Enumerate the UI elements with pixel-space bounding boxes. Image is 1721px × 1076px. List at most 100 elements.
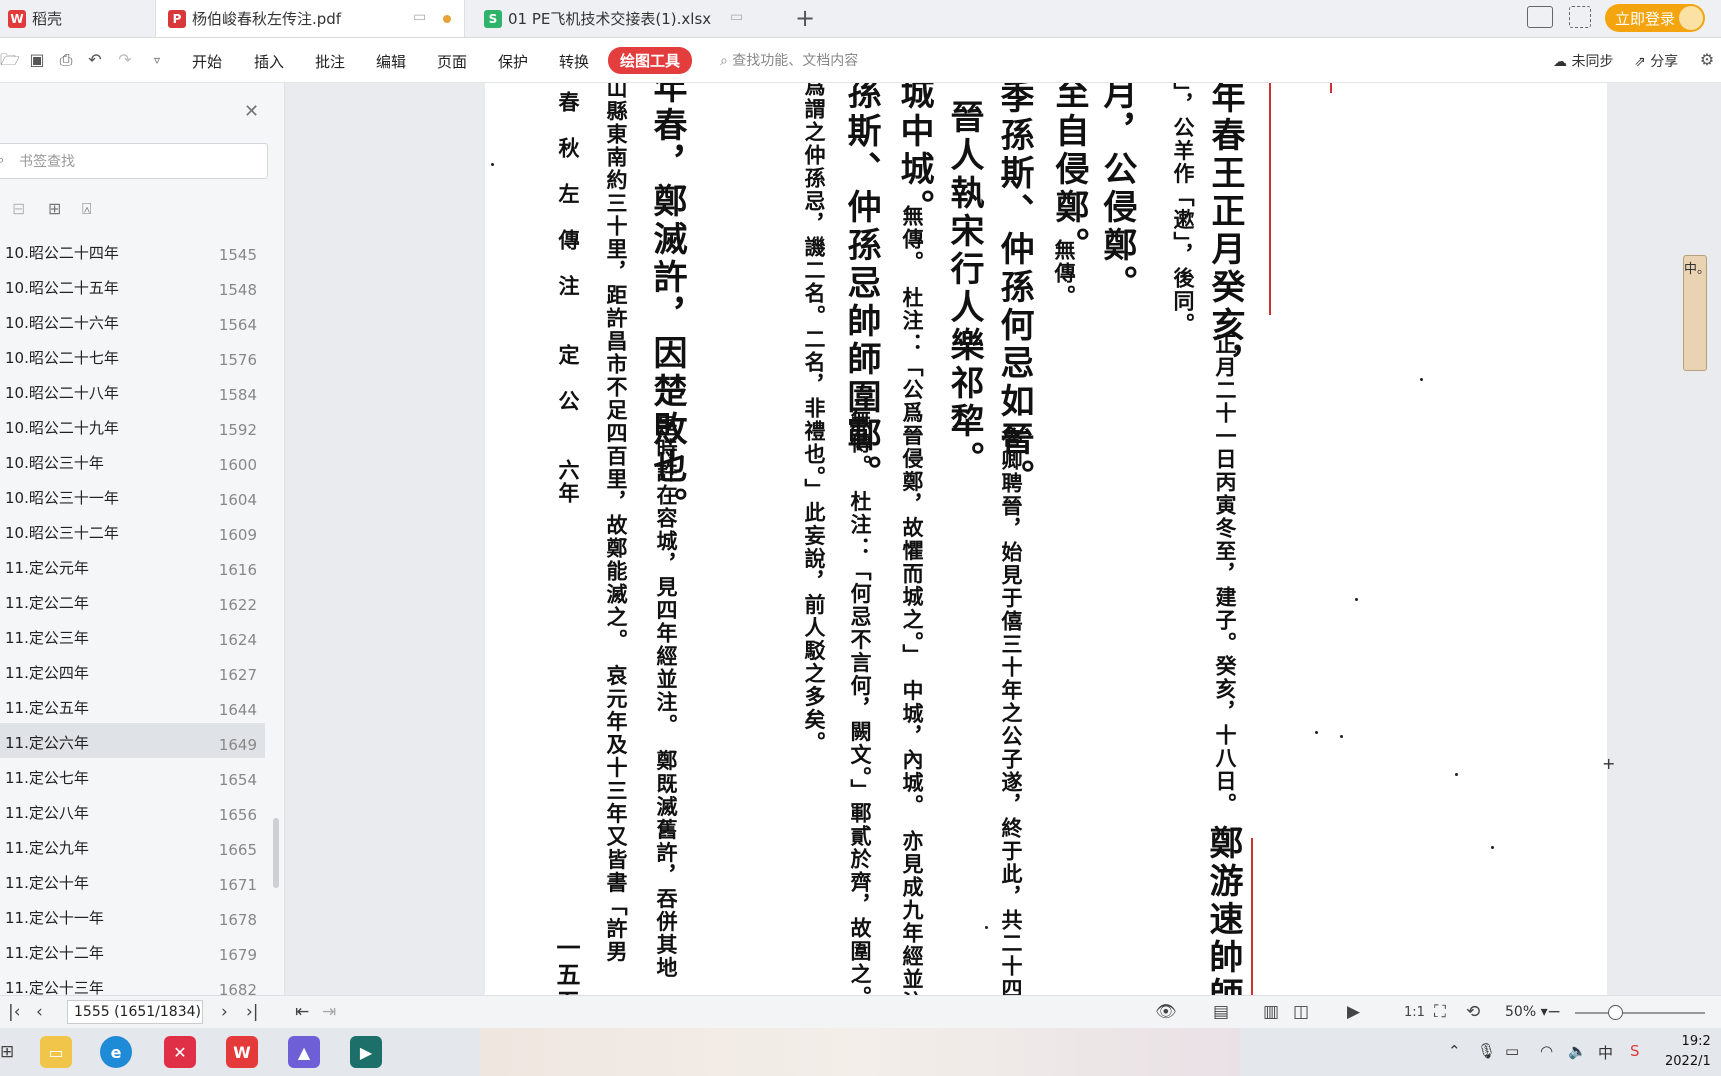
menu-insert[interactable]: 插入 bbox=[254, 51, 284, 72]
bookmark-item[interactable]: 11.定公元年 1616 bbox=[0, 548, 265, 583]
search-icon: ⌕ bbox=[0, 153, 4, 168]
clock-time: 19:2 bbox=[1681, 1034, 1711, 1049]
sync-button[interactable]: ☁ 未同步 bbox=[1553, 51, 1613, 71]
screen-icon[interactable]: ▭ bbox=[730, 9, 743, 25]
toolbar: 🗁 ▣ ⎙ ↶ ↷ ▿ 开始 插入 批注 编辑 页面 保护 转换 绘图工具 ⌕ … bbox=[0, 38, 1721, 83]
menu-edit[interactable]: 编辑 bbox=[376, 51, 406, 72]
continuous-icon[interactable]: ▥ bbox=[1263, 1002, 1279, 1022]
bookmark-page: 1665 bbox=[218, 841, 257, 859]
floating-ime-widget[interactable]: 中。 bbox=[1683, 255, 1710, 371]
file-explorer-icon[interactable]: ▭ bbox=[40, 1036, 72, 1068]
bookmark-item[interactable]: 11.定公三年 1624 bbox=[0, 618, 265, 653]
tab-docer[interactable]: W 稻壳 bbox=[0, 0, 160, 37]
bookmark-item[interactable]: 10.昭公二十九年 1592 bbox=[0, 408, 265, 443]
bookmark-item[interactable]: 10.昭公三十二年 1609 bbox=[0, 513, 265, 548]
actual-size-icon[interactable]: 1:1 bbox=[1404, 1005, 1425, 1020]
grid-icon[interactable] bbox=[1569, 6, 1591, 28]
first-page-icon[interactable]: |‹ bbox=[8, 1002, 21, 1022]
open-folder-icon[interactable]: 🗁 bbox=[0, 51, 20, 69]
sogou-icon[interactable]: S bbox=[1630, 1042, 1640, 1060]
share-label: 分享 bbox=[1650, 54, 1679, 70]
forward-icon[interactable]: ⇥ bbox=[322, 1002, 336, 1022]
new-tab-icon[interactable]: + bbox=[795, 4, 815, 32]
zoom-slider-knob[interactable] bbox=[1608, 1005, 1623, 1020]
zoom-level[interactable]: 50% ▾ bbox=[1505, 1004, 1548, 1020]
menu-start[interactable]: 开始 bbox=[192, 51, 222, 72]
single-page-icon[interactable]: ▤ bbox=[1213, 1002, 1229, 1022]
bookmark-item[interactable]: 11.定公二年 1622 bbox=[0, 583, 265, 618]
next-page-icon[interactable]: › bbox=[221, 1002, 228, 1022]
wps-icon[interactable]: W bbox=[226, 1036, 258, 1068]
prev-page-icon[interactable]: ‹ bbox=[36, 1002, 43, 1022]
bookmark-search-input[interactable]: ⌕ 书签查找 bbox=[0, 143, 268, 179]
tab-pdf[interactable]: P 杨伯峻春秋左传注.pdf ▭ bbox=[155, 0, 465, 37]
undo-icon[interactable]: ↶ bbox=[86, 51, 104, 69]
last-page-icon[interactable]: ›| bbox=[246, 1002, 259, 1022]
menu-protect[interactable]: 保护 bbox=[498, 51, 528, 72]
ime-icon[interactable]: 中 bbox=[1598, 1042, 1613, 1063]
photos-icon[interactable]: ▲ bbox=[288, 1036, 320, 1068]
play-icon[interactable]: ▶ bbox=[1347, 1002, 1360, 1022]
more-icon[interactable]: ▿ bbox=[148, 51, 166, 69]
menu-annotate[interactable]: 批注 bbox=[315, 51, 345, 72]
bookmark-item[interactable]: 11.定公七年 1654 bbox=[0, 758, 265, 793]
bookmark-item[interactable]: 10.昭公二十五年 1548 bbox=[0, 268, 265, 303]
start-icon[interactable]: ⊞ bbox=[0, 1042, 14, 1062]
bookmark-icon[interactable]: ⍓ bbox=[82, 199, 92, 219]
window-mode-icon[interactable] bbox=[1527, 6, 1553, 28]
wifi-icon[interactable]: ◠ bbox=[1540, 1042, 1553, 1060]
menu-page[interactable]: 页面 bbox=[437, 51, 467, 72]
sidebar-scrollbar[interactable] bbox=[273, 818, 279, 888]
save-icon[interactable]: ▣ bbox=[28, 51, 46, 69]
document-viewport[interactable]: 年春王正月癸亥， 正月二十一日丙寅冬至，建子。癸亥，十八日。 鄭游速帥師 」，公… bbox=[285, 83, 1721, 995]
bookmark-search-placeholder: 书签查找 bbox=[19, 154, 75, 170]
page-number-input[interactable]: 1555 (1651/1834) bbox=[67, 1000, 203, 1024]
bookmark-item[interactable]: 10.昭公二十四年 1545 bbox=[0, 233, 265, 268]
bookmark-item[interactable]: 11.定公十二年 1679 bbox=[0, 933, 265, 968]
bookmark-item[interactable]: 11.定公十一年 1678 bbox=[0, 898, 265, 933]
bookmark-item[interactable]: 10.昭公二十七年 1576 bbox=[0, 338, 265, 373]
function-search[interactable]: ⌕ 查找功能、文档内容 bbox=[720, 50, 858, 70]
two-page-icon[interactable]: ◫ bbox=[1293, 1002, 1309, 1022]
back-icon[interactable]: ⇤ bbox=[295, 1002, 309, 1022]
battery-icon[interactable]: ▭ bbox=[1505, 1042, 1519, 1060]
bookmark-page: 1592 bbox=[218, 421, 257, 439]
menu-convert[interactable]: 转换 bbox=[559, 51, 589, 72]
add-bookmark-icon[interactable]: ⊞ bbox=[48, 199, 61, 218]
bookmark-item[interactable]: 11.定公四年 1627 bbox=[0, 653, 265, 688]
edge-icon[interactable]: e bbox=[100, 1036, 132, 1068]
bookmark-item[interactable]: 11.定公六年 1649 bbox=[0, 723, 265, 758]
menu-drawing-tools[interactable]: 绘图工具 bbox=[608, 47, 693, 74]
bookmark-item[interactable]: 11.定公八年 1656 bbox=[0, 793, 265, 828]
bookmark-item[interactable]: 11.定公九年 1665 bbox=[0, 828, 265, 863]
xmind-icon[interactable]: ✕ bbox=[164, 1036, 196, 1068]
zoom-out-icon[interactable]: − bbox=[1547, 1002, 1561, 1022]
bookmark-item[interactable]: 11.定公五年 1644 bbox=[0, 688, 265, 723]
settings-icon[interactable]: ⚙ bbox=[1698, 51, 1716, 69]
bookmark-item[interactable]: 10.昭公三十一年 1604 bbox=[0, 478, 265, 513]
screen-recorder-icon[interactable]: ▶ bbox=[350, 1036, 382, 1068]
zoom-slider[interactable] bbox=[1575, 1012, 1705, 1014]
screen-icon[interactable]: ▭ bbox=[413, 9, 426, 25]
bookmark-label: 11.定公十一年 bbox=[5, 909, 104, 927]
fit-page-icon[interactable]: ⛶ bbox=[1434, 1002, 1446, 1022]
bookmark-item[interactable]: 10.昭公二十六年 1564 bbox=[0, 303, 265, 338]
eye-protect-icon[interactable]: 👁 bbox=[1155, 1002, 1177, 1022]
close-icon[interactable]: ✕ bbox=[244, 101, 259, 122]
collapse-icon[interactable]: ⊟ bbox=[12, 199, 25, 218]
share-button[interactable]: ⇗ 分享 bbox=[1634, 51, 1678, 71]
bookmark-item[interactable]: 10.昭公二十八年 1584 bbox=[0, 373, 265, 408]
chevron-up-icon[interactable]: ⌃ bbox=[1448, 1042, 1461, 1060]
mic-icon[interactable]: 🎙 bbox=[1477, 1042, 1496, 1060]
volume-icon[interactable]: 🔈 bbox=[1568, 1042, 1587, 1060]
redo-icon[interactable]: ↷ bbox=[116, 51, 134, 69]
bookmark-label: 11.定公二年 bbox=[5, 594, 89, 612]
bookmark-item[interactable]: 11.定公十三年 1682 bbox=[0, 968, 265, 995]
clock[interactable]: 19:2 2022/1 bbox=[1665, 1032, 1711, 1072]
bookmark-item[interactable]: 11.定公十年 1671 bbox=[0, 863, 265, 898]
print-icon[interactable]: ⎙ bbox=[57, 51, 75, 69]
bookmark-item[interactable]: 10.昭公三十年 1600 bbox=[0, 443, 265, 478]
rotate-icon[interactable]: ⟲ bbox=[1466, 1002, 1480, 1022]
login-button[interactable]: 立即登录 bbox=[1605, 4, 1705, 32]
tab-xlsx[interactable]: S 01 PE飞机技术交接表(1).xlsx ▭ bbox=[468, 0, 778, 37]
